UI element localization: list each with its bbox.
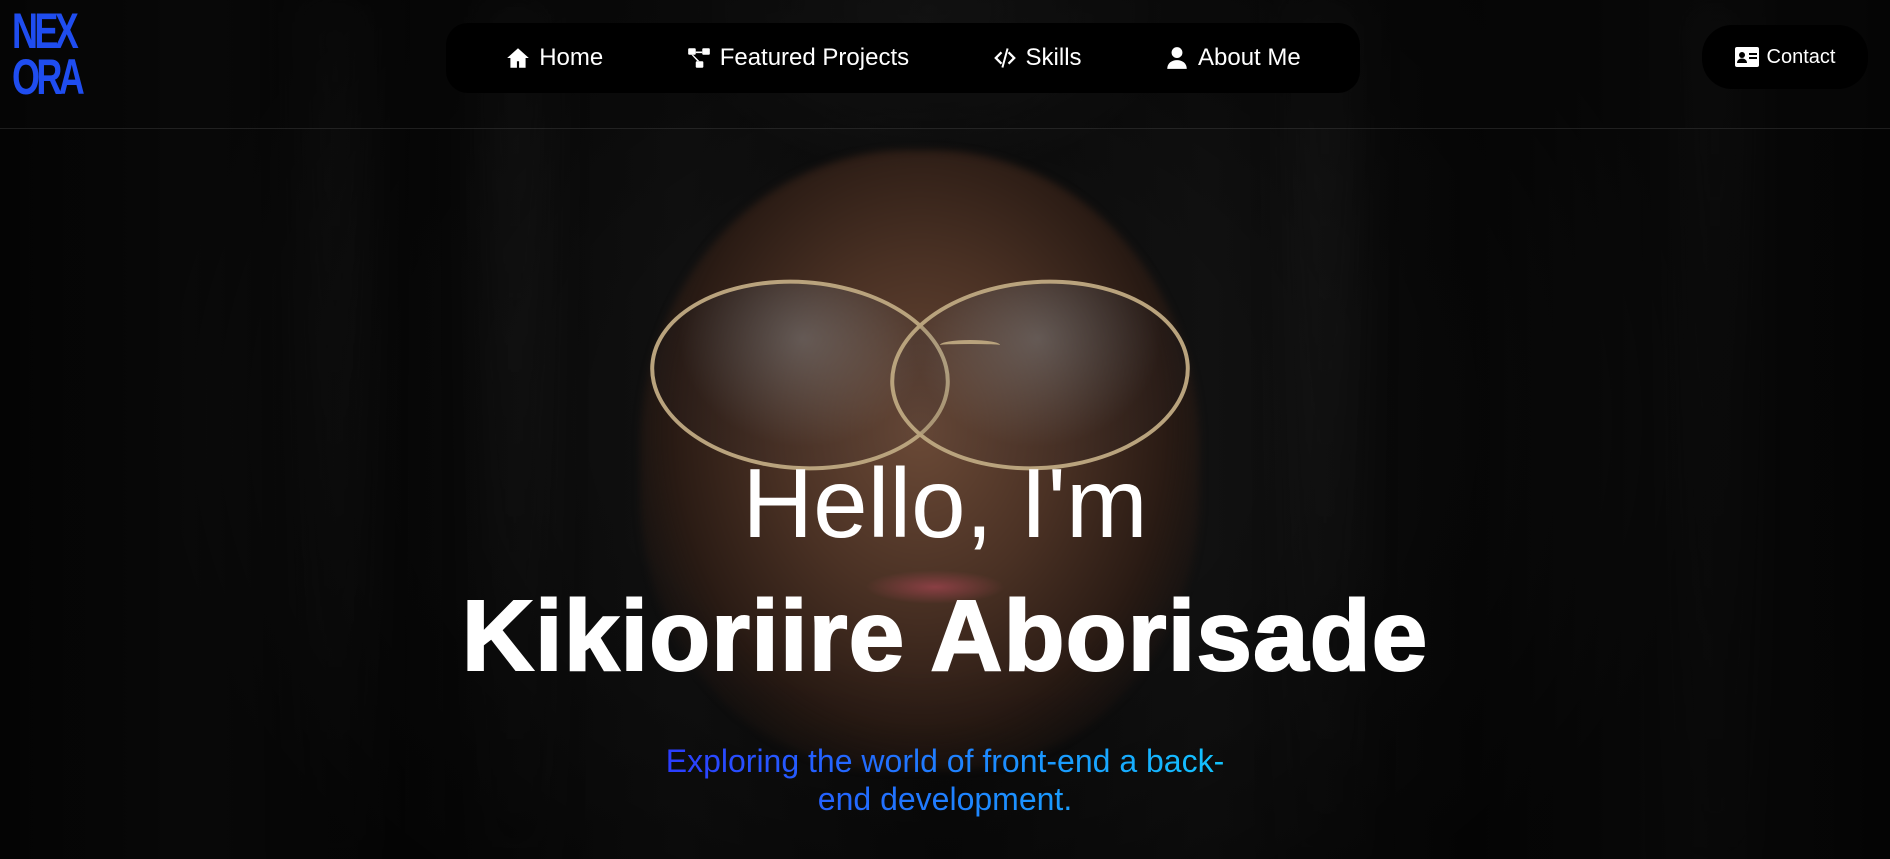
nav-item-about-me[interactable]: About Me — [1164, 44, 1301, 72]
address-card-icon — [1734, 47, 1759, 67]
contact-button[interactable]: Contact — [1702, 25, 1868, 89]
hero-name: Kikioriire Aborisade — [461, 579, 1429, 693]
nav-item-label: Featured Projects — [719, 44, 910, 71]
contact-button-label: Contact — [1766, 45, 1836, 68]
site-header: NEX ORA Home Featured Projects Skills Ab… — [0, 0, 1890, 129]
nav-item-label: Home — [539, 44, 604, 71]
nav-item-label: Skills — [1025, 44, 1082, 71]
nexora-logo[interactable]: NEX ORA — [12, 6, 85, 104]
code-icon — [993, 48, 1016, 68]
nav-item-featured-projects[interactable]: Featured Projects — [686, 44, 909, 72]
nav-item-home[interactable]: Home — [505, 44, 603, 72]
nav-item-label: About Me — [1198, 44, 1301, 71]
hero-tagline: Exploring the world of front-end a back-… — [660, 742, 1230, 818]
home-icon — [507, 48, 530, 68]
user-icon — [1167, 47, 1187, 69]
hero-greeting: Hello, I'm — [742, 448, 1148, 558]
project-diagram-icon — [687, 48, 710, 68]
main-nav: Home Featured Projects Skills About Me — [446, 23, 1360, 93]
nav-item-skills[interactable]: Skills — [992, 44, 1082, 72]
